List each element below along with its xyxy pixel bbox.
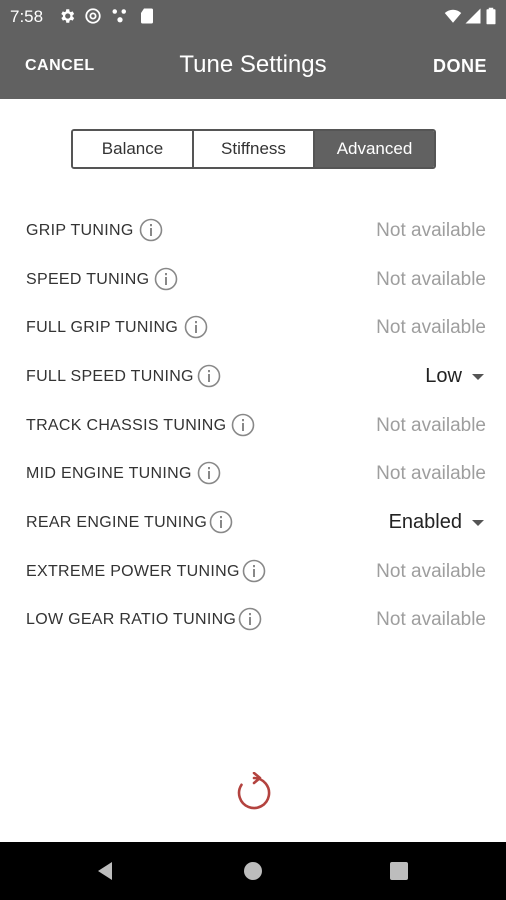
setting-label: FULL SPEED TUNING	[26, 368, 194, 385]
setting-value: Not available	[376, 220, 486, 241]
setting-row-extreme-power-tuning: EXTREME POWER TUNING Not available	[0, 552, 506, 592]
setting-value: Not available	[376, 317, 486, 338]
info-icon[interactable]	[197, 461, 221, 485]
info-icon[interactable]	[231, 413, 255, 437]
setting-value: Not available	[376, 269, 486, 290]
status-time: 7:58	[10, 7, 44, 26]
setting-label: EXTREME POWER TUNING	[26, 563, 240, 580]
setting-label: SPEED TUNING	[26, 271, 150, 288]
app-bar: CANCEL Tune Settings DONE	[0, 32, 506, 99]
setting-value: Not available	[376, 609, 486, 630]
full-speed-tuning-dropdown[interactable]: Low	[425, 365, 484, 388]
setting-label: FULL GRIP TUNING	[26, 319, 179, 336]
settings-icon	[61, 9, 75, 23]
setting-row-mid-engine-tuning: MID ENGINE TUNING Not available	[0, 454, 506, 494]
dropdown-value: Enabled	[388, 511, 462, 533]
info-icon[interactable]	[238, 607, 262, 631]
battery-icon	[486, 7, 496, 25]
dropdown-caret-icon	[472, 519, 484, 526]
segmented-tabs: Balance Stiffness Advanced	[71, 129, 436, 169]
status-bar: 7:58	[0, 0, 506, 32]
wifi-icon	[444, 9, 462, 23]
info-icon[interactable]	[184, 315, 208, 339]
setting-value: Not available	[376, 463, 486, 484]
setting-value: Not available	[376, 415, 486, 436]
setting-row-full-grip-tuning: FULL GRIP TUNING Not available	[0, 308, 506, 348]
system-nav-bar	[0, 842, 506, 900]
setting-label: TRACK CHASSIS TUNING	[26, 417, 227, 434]
dropdown-value: Low	[425, 365, 462, 387]
info-icon[interactable]	[209, 510, 233, 534]
network-dots-icon	[112, 9, 126, 23]
setting-row-rear-engine-tuning: REAR ENGINE TUNING Enabled	[0, 503, 506, 543]
setting-row-grip-tuning: GRIP TUNING Not available	[0, 211, 506, 251]
setting-row-full-speed-tuning: FULL SPEED TUNING Low	[0, 357, 506, 397]
tab-advanced[interactable]: Advanced	[315, 131, 434, 167]
tab-balance[interactable]: Balance	[73, 131, 194, 167]
setting-label: REAR ENGINE TUNING	[26, 514, 208, 531]
at-sign-icon	[85, 8, 101, 24]
tab-stiffness[interactable]: Stiffness	[194, 131, 315, 167]
signal-icon	[465, 8, 481, 24]
dropdown-caret-icon	[472, 373, 484, 380]
info-icon[interactable]	[197, 364, 221, 388]
recents-icon[interactable]	[386, 858, 412, 884]
info-icon[interactable]	[154, 267, 178, 291]
setting-row-track-chassis-tuning: TRACK CHASSIS TUNING Not available	[0, 406, 506, 446]
setting-row-speed-tuning: SPEED TUNING Not available	[0, 260, 506, 300]
page-title: Tune Settings	[179, 51, 327, 78]
done-button[interactable]: DONE	[433, 56, 487, 77]
info-icon[interactable]	[242, 559, 266, 583]
setting-value: Not available	[376, 561, 486, 582]
setting-label: MID ENGINE TUNING	[26, 465, 192, 482]
reset-icon[interactable]	[233, 772, 275, 814]
sd-card-icon	[141, 8, 153, 24]
back-icon[interactable]	[92, 858, 118, 884]
home-icon[interactable]	[240, 858, 266, 884]
rear-engine-tuning-dropdown[interactable]: Enabled	[389, 511, 484, 534]
setting-label: LOW GEAR RATIO TUNING	[26, 611, 237, 628]
info-icon[interactable]	[139, 218, 163, 242]
setting-row-low-gear-ratio-tuning: LOW GEAR RATIO TUNING Not available	[0, 600, 506, 640]
setting-label: GRIP TUNING	[26, 222, 134, 239]
